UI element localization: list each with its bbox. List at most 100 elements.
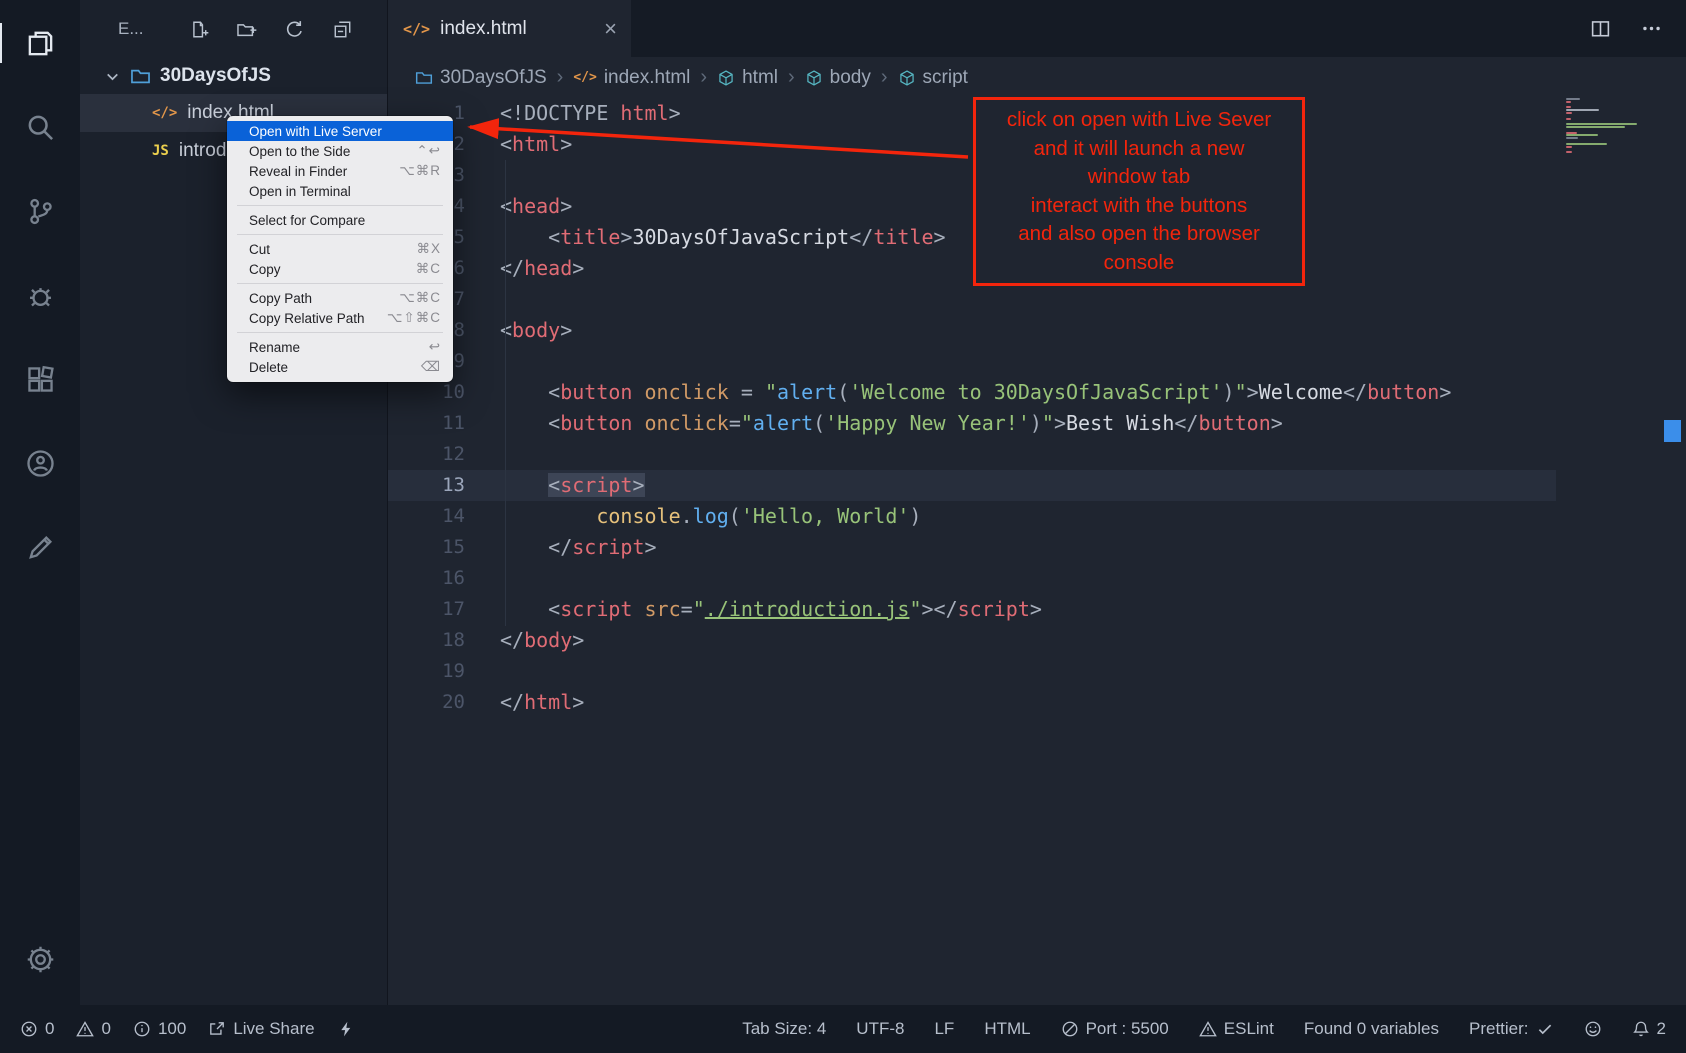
- status-notifications[interactable]: 2: [1632, 1019, 1666, 1039]
- status-found-variables[interactable]: Found 0 variables: [1304, 1019, 1439, 1039]
- code-line-14[interactable]: 14 console.log('Hello, World'): [387, 501, 1556, 532]
- code-line-3[interactable]: 3: [387, 160, 1556, 191]
- code-line-15[interactable]: 15 </script>: [387, 532, 1556, 563]
- menu-item-label: Copy Path: [249, 291, 312, 306]
- code-line-7[interactable]: 7: [387, 284, 1556, 315]
- minimap-line: [1566, 112, 1572, 114]
- js-file-icon: JS: [152, 143, 169, 159]
- line-number: 20: [387, 687, 500, 718]
- info-icon: [133, 1020, 151, 1038]
- code-text: <!DOCTYPE html>: [500, 98, 681, 129]
- status-feedback-smiley[interactable]: [1584, 1020, 1602, 1038]
- status-label: 0: [45, 1019, 54, 1039]
- status-port[interactable]: Port : 5500: [1061, 1019, 1169, 1039]
- status-warnings[interactable]: 0: [76, 1019, 110, 1039]
- code-line-20[interactable]: 20</html>: [387, 687, 1556, 718]
- code-line-9[interactable]: 9: [387, 346, 1556, 377]
- code-line-8[interactable]: 8<body>: [387, 315, 1556, 346]
- activity-bar-top: [16, 19, 64, 571]
- tab-bar: </> index.html ×: [387, 0, 1686, 57]
- new-folder-icon[interactable]: [235, 18, 257, 40]
- tab-close-icon[interactable]: ×: [604, 18, 617, 40]
- menu-item-shortcut: ↩: [429, 339, 441, 355]
- status-label: LF: [934, 1019, 954, 1039]
- source-control-icon[interactable]: [16, 187, 64, 235]
- minimap-line: [1566, 151, 1572, 153]
- minimap-line: [1566, 132, 1577, 134]
- status-lightning[interactable]: [337, 1020, 355, 1038]
- status-live-share[interactable]: Live Share: [208, 1019, 314, 1039]
- new-file-icon[interactable]: [187, 18, 209, 40]
- status-bar-right: Tab Size: 4 UTF-8 LF HTML Port : 5500 ESLint F…: [742, 1019, 1666, 1039]
- status-language-mode[interactable]: HTML: [984, 1019, 1030, 1039]
- folder-icon: [130, 66, 151, 87]
- code-line-18[interactable]: 18</body>: [387, 625, 1556, 656]
- code-line-4[interactable]: 4<head>: [387, 191, 1556, 222]
- split-editor-icon[interactable]: [1590, 18, 1611, 39]
- status-errors[interactable]: 0: [20, 1019, 54, 1039]
- menu-separator: [237, 205, 443, 206]
- status-encoding[interactable]: UTF-8: [856, 1019, 904, 1039]
- breadcrumb-symbol-script[interactable]: script: [898, 67, 968, 89]
- breadcrumb-label: script: [923, 67, 968, 89]
- line-number: 13: [387, 470, 500, 501]
- explorer-icon[interactable]: [16, 19, 64, 67]
- annotation-line: interact with the buttons: [976, 192, 1302, 221]
- sidebar-folder-30daysofjs[interactable]: 30DaysOfJS: [80, 58, 387, 94]
- status-bar: 0 0 100 Live Share Tab Size: 4 UTF-8 LF HTML Po…: [0, 1005, 1686, 1053]
- menu-item-reveal-in-finder[interactable]: Reveal in Finder⌥⌘R: [227, 161, 453, 181]
- feedback-icon[interactable]: [16, 523, 64, 571]
- refresh-icon[interactable]: [283, 18, 305, 40]
- cube-icon: [717, 69, 735, 87]
- menu-item-copy-relative-path[interactable]: Copy Relative Path⌥⇧⌘C: [227, 308, 453, 328]
- code-line-2[interactable]: 2<html>: [387, 129, 1556, 160]
- status-eol[interactable]: LF: [934, 1019, 954, 1039]
- status-prettier[interactable]: Prettier:: [1469, 1019, 1554, 1039]
- menu-separator: [237, 283, 443, 284]
- menu-item-cut[interactable]: Cut⌘X: [227, 239, 453, 259]
- activity-bar: [0, 0, 80, 1005]
- menu-item-copy[interactable]: Copy⌘C: [227, 259, 453, 279]
- menu-item-open-with-live-server[interactable]: Open with Live Server: [227, 121, 453, 141]
- minimap[interactable]: [1564, 98, 1660, 378]
- breadcrumb-file-index-html[interactable]: </>index.html: [573, 67, 690, 89]
- extensions-icon[interactable]: [16, 355, 64, 403]
- annotation-box: click on open with Live Severand it will…: [973, 97, 1305, 286]
- code-text: <html>: [500, 129, 572, 160]
- lightning-icon: [337, 1020, 355, 1038]
- code-line-17[interactable]: 17 <script src="./introduction.js"></scr…: [387, 594, 1556, 625]
- code-line-12[interactable]: 12: [387, 439, 1556, 470]
- breadcrumb-symbol-body[interactable]: body: [805, 67, 871, 89]
- code-text: <script>: [500, 470, 645, 501]
- menu-item-copy-path[interactable]: Copy Path⌥⌘C: [227, 288, 453, 308]
- menu-item-open-to-the-side[interactable]: Open to the Side⌃↩: [227, 141, 453, 161]
- menu-item-delete[interactable]: Delete⌫: [227, 357, 453, 377]
- code-line-13[interactable]: 13 <script>: [387, 470, 1556, 501]
- breadcrumb-symbol-html[interactable]: html: [717, 67, 778, 89]
- code-line-1[interactable]: 1<!DOCTYPE html>: [387, 98, 1556, 129]
- code-line-6[interactable]: 6</head>: [387, 253, 1556, 284]
- cube-icon: [898, 69, 916, 87]
- menu-item-select-for-compare[interactable]: Select for Compare: [227, 210, 453, 230]
- search-icon[interactable]: [16, 103, 64, 151]
- collapse-all-icon[interactable]: [331, 18, 353, 40]
- menu-item-open-in-terminal[interactable]: Open in Terminal: [227, 181, 453, 201]
- code-line-16[interactable]: 16: [387, 563, 1556, 594]
- code-line-19[interactable]: 19: [387, 656, 1556, 687]
- settings-icon[interactable]: [16, 935, 64, 983]
- run-debug-icon[interactable]: [16, 271, 64, 319]
- breadcrumb-folder-30daysofjs[interactable]: 30DaysOfJS: [415, 67, 547, 89]
- code-text: </html>: [500, 687, 584, 718]
- code-line-5[interactable]: 5 <title>30DaysOfJavaScript</title>: [387, 222, 1556, 253]
- more-actions-icon[interactable]: [1641, 18, 1662, 39]
- code-line-10[interactable]: 10 <button onclick = "alert('Welcome to …: [387, 377, 1556, 408]
- status-info[interactable]: 100: [133, 1019, 186, 1039]
- menu-item-rename[interactable]: Rename↩: [227, 337, 453, 357]
- tab-index-html[interactable]: </> index.html ×: [387, 0, 631, 57]
- code-line-11[interactable]: 11 <button onclick="alert('Happy New Yea…: [387, 408, 1556, 439]
- status-tab-size[interactable]: Tab Size: 4: [742, 1019, 826, 1039]
- menu-item-label: Copy: [249, 262, 281, 277]
- live-share-icon[interactable]: [16, 439, 64, 487]
- status-eslint[interactable]: ESLint: [1199, 1019, 1274, 1039]
- chevron-down-icon: [104, 68, 121, 85]
